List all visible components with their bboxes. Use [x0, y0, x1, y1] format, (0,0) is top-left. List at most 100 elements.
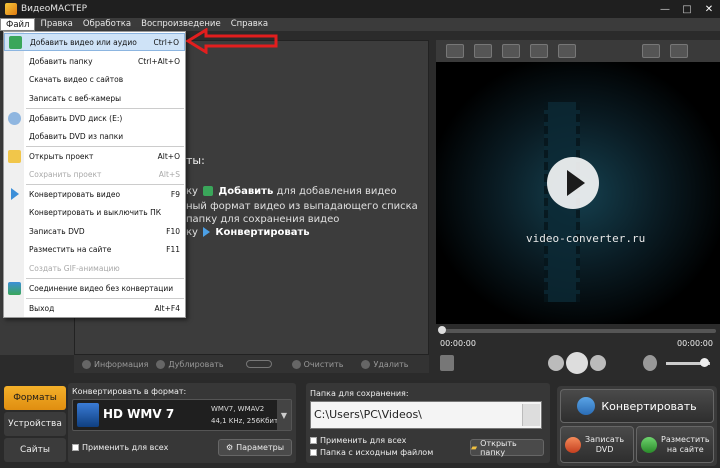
save-apply-all-checkbox[interactable]: [310, 437, 317, 444]
chevron-down-icon[interactable]: ▼: [277, 400, 291, 430]
format-apply-all-checkbox[interactable]: [72, 444, 79, 451]
info-button[interactable]: Информация: [82, 359, 148, 369]
effects-icon[interactable]: [474, 44, 492, 58]
upload-icon: [641, 436, 657, 453]
volume-icon[interactable]: [643, 355, 657, 371]
info-icon: [82, 359, 91, 369]
menu-bar: Файл Правка Обработка Воспроизведение Сп…: [0, 18, 720, 31]
publish-button[interactable]: Разместить на сайте: [636, 426, 714, 463]
delete-icon: [361, 359, 371, 369]
clear-button[interactable]: Очистить: [291, 359, 343, 369]
seek-thumb[interactable]: [438, 326, 446, 334]
dvd-icon: [565, 436, 581, 453]
convert-button[interactable]: Конвертировать: [560, 389, 714, 423]
title-bar: ВидеоМАСТЕР — □ ✕: [0, 0, 720, 18]
seek-bar[interactable]: [440, 329, 716, 333]
menu-convert-video[interactable]: Конвертировать видео F9: [4, 185, 185, 203]
menu-processing[interactable]: Обработка: [78, 18, 136, 31]
red-arrow-annotation: [186, 28, 278, 54]
menu-open-project[interactable]: Открыть проект Alt+O: [4, 147, 185, 165]
hint-line-1: ку Добавить для добавления видео: [186, 186, 397, 197]
speed-icon[interactable]: [558, 44, 576, 58]
trim-icon[interactable]: [530, 44, 548, 58]
menu-save-project: Сохранить проект Alt+S: [29, 169, 180, 179]
add-video-icon: [9, 35, 22, 49]
window-title: ВидеоМАСТЕР: [21, 4, 88, 14]
snapshot-small-icon[interactable]: [440, 355, 454, 371]
menu-exit[interactable]: Выход Alt+F4: [4, 299, 185, 317]
hint-line-3: папку для сохранения видео: [186, 214, 340, 225]
hint-line-4: ку Конвертировать: [186, 227, 310, 238]
convert-arrow-icon: [11, 188, 19, 200]
format-codec: WMV7, WMAV2: [211, 405, 265, 413]
save-apply-all[interactable]: Применить для всех: [310, 436, 406, 445]
format-label: Конвертировать в формат:: [72, 387, 187, 396]
menu-add-video[interactable]: Добавить видео или аудио Ctrl+O: [4, 33, 185, 51]
video-preview: video-converter.ru: [436, 62, 720, 324]
convert-arrow-icon: [203, 227, 211, 237]
file-menu-dropdown: Добавить видео или аудио Ctrl+O Добавить …: [3, 31, 186, 318]
gear-icon: ⚙: [225, 443, 234, 452]
join-video-icon: [8, 281, 21, 295]
format-audio: 44,1 KHz, 256Кбит: [211, 417, 279, 425]
burn-dvd-button[interactable]: Записать DVD: [560, 426, 634, 463]
volume-thumb[interactable]: [700, 358, 709, 367]
menu-add-folder[interactable]: Добавить папку Ctrl+Alt+O: [4, 52, 185, 70]
duplicate-button[interactable]: Дублировать: [156, 359, 224, 369]
format-name: HD WMV 7: [103, 407, 175, 421]
folder-icon[interactable]: [522, 404, 540, 426]
play-triangle-icon: [567, 170, 585, 196]
close-icon[interactable]: ✕: [698, 2, 720, 16]
dvd-disc-icon: [8, 111, 21, 125]
wmv-format-icon: [77, 403, 99, 427]
format-apply-all[interactable]: Применить для всех: [72, 443, 168, 452]
folder-open-icon: [8, 149, 21, 163]
preview-toolbar: [436, 40, 720, 62]
play-button[interactable]: [566, 352, 588, 374]
gif-icon[interactable]: [642, 44, 660, 58]
time-current: 00:00:00: [440, 339, 476, 348]
open-folder-button[interactable]: ▰ Открыть папку: [470, 439, 544, 457]
save-path-field[interactable]: C:\Users\PC\Videos\: [310, 401, 542, 429]
hint-line-2: ный формат видео из выпадающего списка: [186, 201, 418, 212]
tab-devices[interactable]: Устройства: [4, 412, 66, 436]
minimize-icon[interactable]: —: [654, 2, 676, 16]
hint-heading: ты:: [186, 154, 205, 167]
add-icon: [203, 186, 214, 196]
menu-join-video[interactable]: Соединение видео без конвертации: [4, 279, 185, 297]
clear-icon: [291, 359, 301, 369]
menu-convert-shutdown[interactable]: Конвертировать и выключить ПК: [4, 203, 185, 221]
maximize-icon[interactable]: □: [676, 2, 698, 16]
tab-sites[interactable]: Сайты: [4, 438, 66, 462]
menu-edit[interactable]: Правка: [35, 18, 77, 31]
menu-publish[interactable]: Разместить на сайте F11: [4, 240, 185, 258]
format-select[interactable]: HD WMV 7 WMV7, WMAV2 44,1 KHz, 256Кбит ▼: [72, 399, 292, 431]
file-list-toolbar: Информация Дублировать Очистить Удалить: [74, 355, 429, 373]
prev-frame-icon[interactable]: [548, 355, 564, 371]
source-folder-checkbox[interactable]: [310, 449, 317, 456]
menu-burn-dvd[interactable]: Записать DVD F10: [4, 222, 185, 240]
duplicate-icon: [156, 359, 166, 369]
view-toggle[interactable]: [245, 360, 272, 368]
next-frame-icon[interactable]: [590, 355, 606, 371]
menu-download-video[interactable]: Скачать видео с сайтов: [4, 70, 185, 88]
menu-file[interactable]: Файл: [0, 18, 36, 31]
menu-create-gif: Создать GIF-анимацию: [29, 263, 120, 273]
app-logo-icon: [5, 3, 17, 15]
convert-icon: [577, 397, 596, 415]
snapshot-icon[interactable]: [670, 44, 688, 58]
delete-button[interactable]: Удалить: [361, 359, 408, 369]
tab-formats[interactable]: Форматы: [4, 386, 66, 410]
menu-record-webcam[interactable]: Записать с веб-камеры: [4, 89, 185, 107]
save-path: C:\Users\PC\Videos\: [314, 408, 422, 421]
source-folder-option[interactable]: Папка с исходным файлом: [310, 448, 433, 457]
preview-watermark: video-converter.ru: [526, 232, 646, 245]
parameters-button[interactable]: ⚙ Параметры: [218, 439, 292, 456]
brightness-icon[interactable]: [502, 44, 520, 58]
menu-add-dvd[interactable]: Добавить DVD диск (E:): [4, 109, 185, 127]
menu-add-dvd-folder[interactable]: Добавить DVD из папки: [4, 127, 185, 145]
time-total: 00:00:00: [677, 339, 713, 348]
save-label: Папка для сохранения:: [310, 389, 409, 398]
folder-open-icon: ▰: [471, 443, 478, 452]
crop-icon[interactable]: [446, 44, 464, 58]
